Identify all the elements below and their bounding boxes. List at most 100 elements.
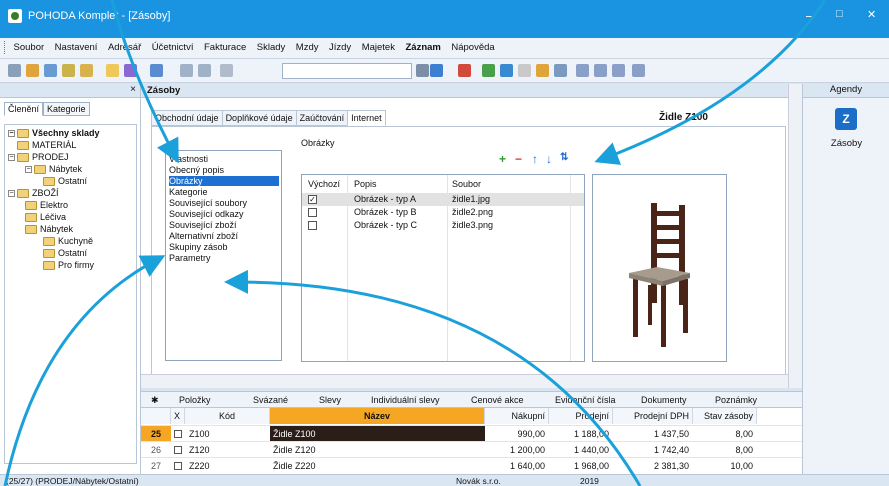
property-item[interactable]: Obecný popis: [169, 165, 279, 175]
cell-nazev[interactable]: Židle Z120: [273, 445, 316, 455]
tab-poznamky[interactable]: Poznámky: [715, 395, 757, 405]
toolbar-help-icon[interactable]: [632, 64, 645, 77]
menu-soubor[interactable]: Soubor: [10, 38, 49, 53]
property-item[interactable]: Skupiny zásob: [169, 242, 279, 252]
column-vychozi[interactable]: Výchozí: [308, 179, 340, 189]
tab-internet[interactable]: Internet: [347, 110, 386, 126]
menu-jizdy[interactable]: Jízdy: [325, 38, 355, 53]
column-kod[interactable]: Kód: [185, 408, 270, 424]
tree-node-material[interactable]: MATERIÁL: [17, 140, 76, 150]
tab-cleneni[interactable]: Členění: [4, 102, 44, 116]
default-checkbox[interactable]: [308, 208, 317, 217]
toolbar-copy-icon[interactable]: [220, 64, 233, 77]
pin-icon[interactable]: ✱: [151, 395, 159, 406]
tree-node-zbozi-ostatni[interactable]: Ostatní: [43, 248, 87, 258]
tab-slevy[interactable]: Slevy: [319, 395, 341, 405]
menu-adresar[interactable]: Adresář: [104, 38, 145, 53]
menu-napoveda[interactable]: Nápověda: [447, 38, 498, 53]
table-row-selected[interactable]: 25 Z100 Židle Z100 990,00 1 188,00 1 437…: [141, 425, 802, 441]
column-nakupni[interactable]: Nákupní: [485, 408, 549, 424]
table-row[interactable]: 26 Z120 Židle Z120 1 200,00 1 440,00 1 7…: [141, 441, 802, 457]
toolbar-folder-icon[interactable]: [62, 64, 75, 77]
tree-node-elektro[interactable]: Elektro: [25, 200, 68, 210]
toolbar-filter-icon[interactable]: [430, 64, 443, 77]
toolbar-save-icon[interactable]: [180, 64, 193, 77]
menu-ucetnictvi[interactable]: Účetnictví: [148, 38, 198, 53]
menu-zaznam[interactable]: Záznam: [401, 38, 444, 53]
property-item[interactable]: Parametry: [169, 253, 279, 263]
toolbar-layout-icon[interactable]: [612, 64, 625, 77]
close-button[interactable]: ✕: [867, 8, 876, 21]
toolbar-print-icon[interactable]: [26, 64, 39, 77]
tab-doplnkove-udaje[interactable]: Doplňkové údaje: [221, 110, 297, 126]
tab-kategorie[interactable]: Kategorie: [43, 102, 90, 116]
collapse-icon[interactable]: −: [8, 153, 15, 161]
tree-node-zbozi[interactable]: − ZBOŽÍ: [8, 188, 59, 198]
toolbar-refresh-icon[interactable]: [482, 64, 495, 77]
tab-cenove-akce[interactable]: Cenové akce: [471, 395, 524, 405]
collapse-icon[interactable]: −: [25, 165, 32, 173]
toolbar-list-icon[interactable]: [518, 64, 531, 77]
row-checkbox[interactable]: [174, 462, 182, 470]
toolbar-undo-icon[interactable]: [198, 64, 211, 77]
tree-node-vsechny-sklady[interactable]: − Všechny sklady: [8, 128, 100, 138]
column-popis[interactable]: Popis: [354, 179, 377, 189]
tree-node-zbozi-nabytek[interactable]: Nábytek: [25, 224, 73, 234]
toolbar-people-icon[interactable]: [536, 64, 549, 77]
column-soubor[interactable]: Soubor: [452, 179, 481, 189]
tab-svazane[interactable]: Svázané: [253, 395, 288, 405]
property-item[interactable]: Alternativní zboží: [169, 231, 279, 241]
menu-mzdy[interactable]: Mzdy: [292, 38, 323, 53]
menu-sklady[interactable]: Sklady: [253, 38, 290, 53]
toolbar-document-icon[interactable]: [106, 64, 119, 77]
property-item[interactable]: Související odkazy: [169, 209, 279, 219]
property-item[interactable]: Související zboží: [169, 220, 279, 230]
column-stav-zasoby[interactable]: Stav zásoby: [693, 408, 757, 424]
toolbar-window-icon[interactable]: [594, 64, 607, 77]
property-item[interactable]: Související soubory: [169, 198, 279, 208]
collapse-icon[interactable]: −: [8, 189, 15, 197]
toolbar-new-icon[interactable]: [8, 64, 21, 77]
table-row[interactable]: 27 Z220 Židle Z220 1 640,00 1 968,00 2 3…: [141, 457, 802, 473]
toolbar-cash-icon[interactable]: [554, 64, 567, 77]
tab-individualni-slevy[interactable]: Individuální slevy: [371, 395, 440, 405]
minimize-button[interactable]: –: [806, 8, 813, 23]
add-image-icon[interactable]: +: [499, 152, 506, 166]
tree-node-kuchyne[interactable]: Kuchyně: [43, 236, 93, 246]
cell-nazev[interactable]: Židle Z100: [270, 426, 485, 441]
move-up-icon[interactable]: ↑: [532, 152, 538, 166]
toolbar-quick-search[interactable]: [282, 63, 412, 79]
collapse-icon[interactable]: −: [8, 129, 15, 137]
vertical-scrollbar[interactable]: [788, 84, 802, 388]
menu-majetek[interactable]: Majetek: [358, 38, 399, 53]
sort-icon[interactable]: ⇅: [560, 152, 568, 163]
remove-image-icon[interactable]: −: [515, 152, 522, 166]
property-item[interactable]: Kategorie: [169, 187, 279, 197]
horizontal-scrollbar[interactable]: [141, 374, 788, 388]
toolbar-report-icon[interactable]: [576, 64, 589, 77]
property-item[interactable]: Vlastnosti: [169, 154, 279, 164]
default-checkbox-checked[interactable]: ✓: [308, 195, 317, 204]
tree-node-prodej-ostatni[interactable]: Ostatní: [43, 176, 87, 186]
default-checkbox[interactable]: [308, 221, 317, 230]
maximize-button[interactable]: □: [836, 8, 843, 20]
toolbar-open-icon[interactable]: [80, 64, 93, 77]
move-down-icon[interactable]: ↓: [546, 152, 552, 166]
image-row[interactable]: Obrázek - typ B židle2.png: [302, 206, 584, 219]
tree-node-prodej-nabytek[interactable]: − Nábytek: [25, 164, 82, 174]
cell-nazev[interactable]: Židle Z220: [273, 461, 316, 471]
column-prodejni-dph[interactable]: Prodejní DPH: [613, 408, 693, 424]
toolbar-table-icon[interactable]: [500, 64, 513, 77]
menu-fakturace[interactable]: Fakturace: [200, 38, 250, 53]
toolbar-back-icon[interactable]: [150, 64, 163, 77]
tab-polozky[interactable]: Položky: [179, 395, 211, 405]
tab-zauctovani[interactable]: Zaúčtování: [295, 110, 349, 126]
tab-dokumenty[interactable]: Dokumenty: [641, 395, 687, 405]
property-item-selected[interactable]: Obrázky: [169, 176, 279, 186]
tree-node-pro-firmy[interactable]: Pro firmy: [43, 260, 94, 270]
column-nazev[interactable]: Název: [270, 408, 485, 424]
agenda-zasoby-label[interactable]: Zásoby: [803, 138, 889, 149]
toolbar-edit-icon[interactable]: [124, 64, 137, 77]
tab-obchodni-udaje[interactable]: Obchodní údaje: [151, 110, 223, 126]
zasoby-agenda-icon[interactable]: Z: [835, 108, 857, 130]
